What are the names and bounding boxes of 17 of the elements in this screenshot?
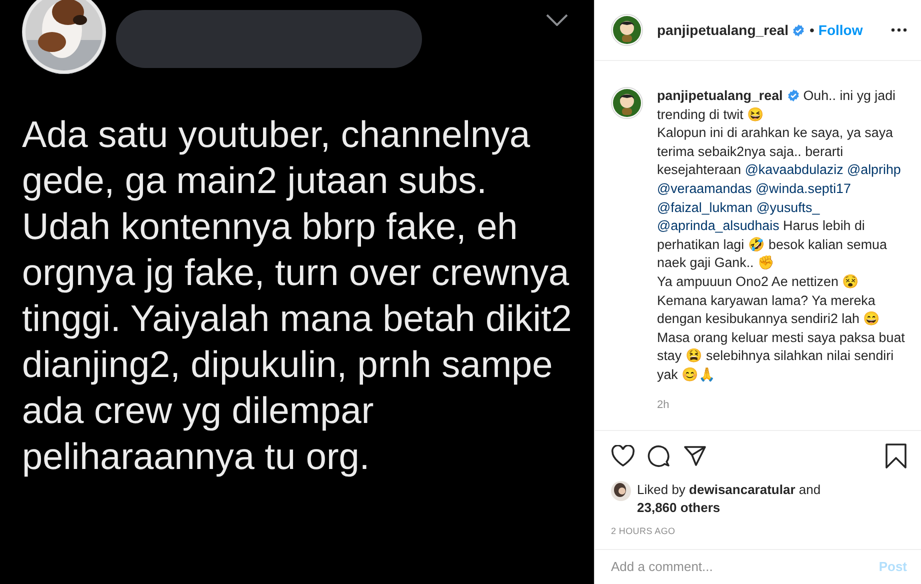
mention-link[interactable]: @yusufts_ (756, 200, 820, 215)
username-link[interactable]: panjipetualang_real (657, 20, 788, 40)
mention-link[interactable]: @veraamandas (657, 180, 752, 196)
mention-link[interactable]: @winda.septi17 (755, 180, 851, 196)
likes-count-link[interactable]: 23,860 others (637, 500, 720, 515)
mention-link[interactable]: @faizal_lukman (657, 200, 752, 215)
likes-text: Liked by dewisancaratular and 23,860 others (637, 481, 821, 517)
separator-dot: • (809, 20, 814, 40)
username-link[interactable]: panjipetualang_real (657, 88, 783, 103)
caption-text: panjipetualang_real Ouh.. ini yg jadi trending di twit 😆 Kalopun ini di arahkan ke saya, ya saya terima sebaik2nya saja.. berarti kesejahteraan @kavaabdulaziz @alprihp @veraamandas @winda.septi17 @faizal_lukman @yusufts_ @aprinda_alsudhais Harus lebih di perhatikan lagi 🤣 besok kalian semua naek gaji Gank.. ✊ Ya ampuuun Ono2 Ae nettizen 😵 Kemana karyawan lama? Ya mereka dengan kesibukannya sendiri2 lah 😄 Masa orang keluar mesti saya paksa buat stay 😫 selebihnya silahkan nilai sendiri yak 😊🙏 (657, 87, 906, 384)
mention-link[interactable]: @aprinda_alsudhais (657, 218, 780, 234)
mention-link[interactable]: @alprihp (847, 162, 901, 178)
mention-link[interactable]: @kavaabdulaziz (744, 162, 844, 178)
timestamp: 2 HOURS AGO (611, 525, 676, 538)
liker-link[interactable]: dewisancaratular (689, 482, 796, 497)
tweet-text: Ada satu youtuber, channelnya gede, ga main2 jutaan subs. Udah kontennya bbrp fake, eh orgnya jg fake, turn over crewnya tinggi. Yaiyalah mana betah dikit2 dianjing2, dipukulin, prnh sampe ada crew yg dilempar peliharaannya tu org. (21, 113, 572, 479)
post-time: 2h (657, 398, 670, 412)
